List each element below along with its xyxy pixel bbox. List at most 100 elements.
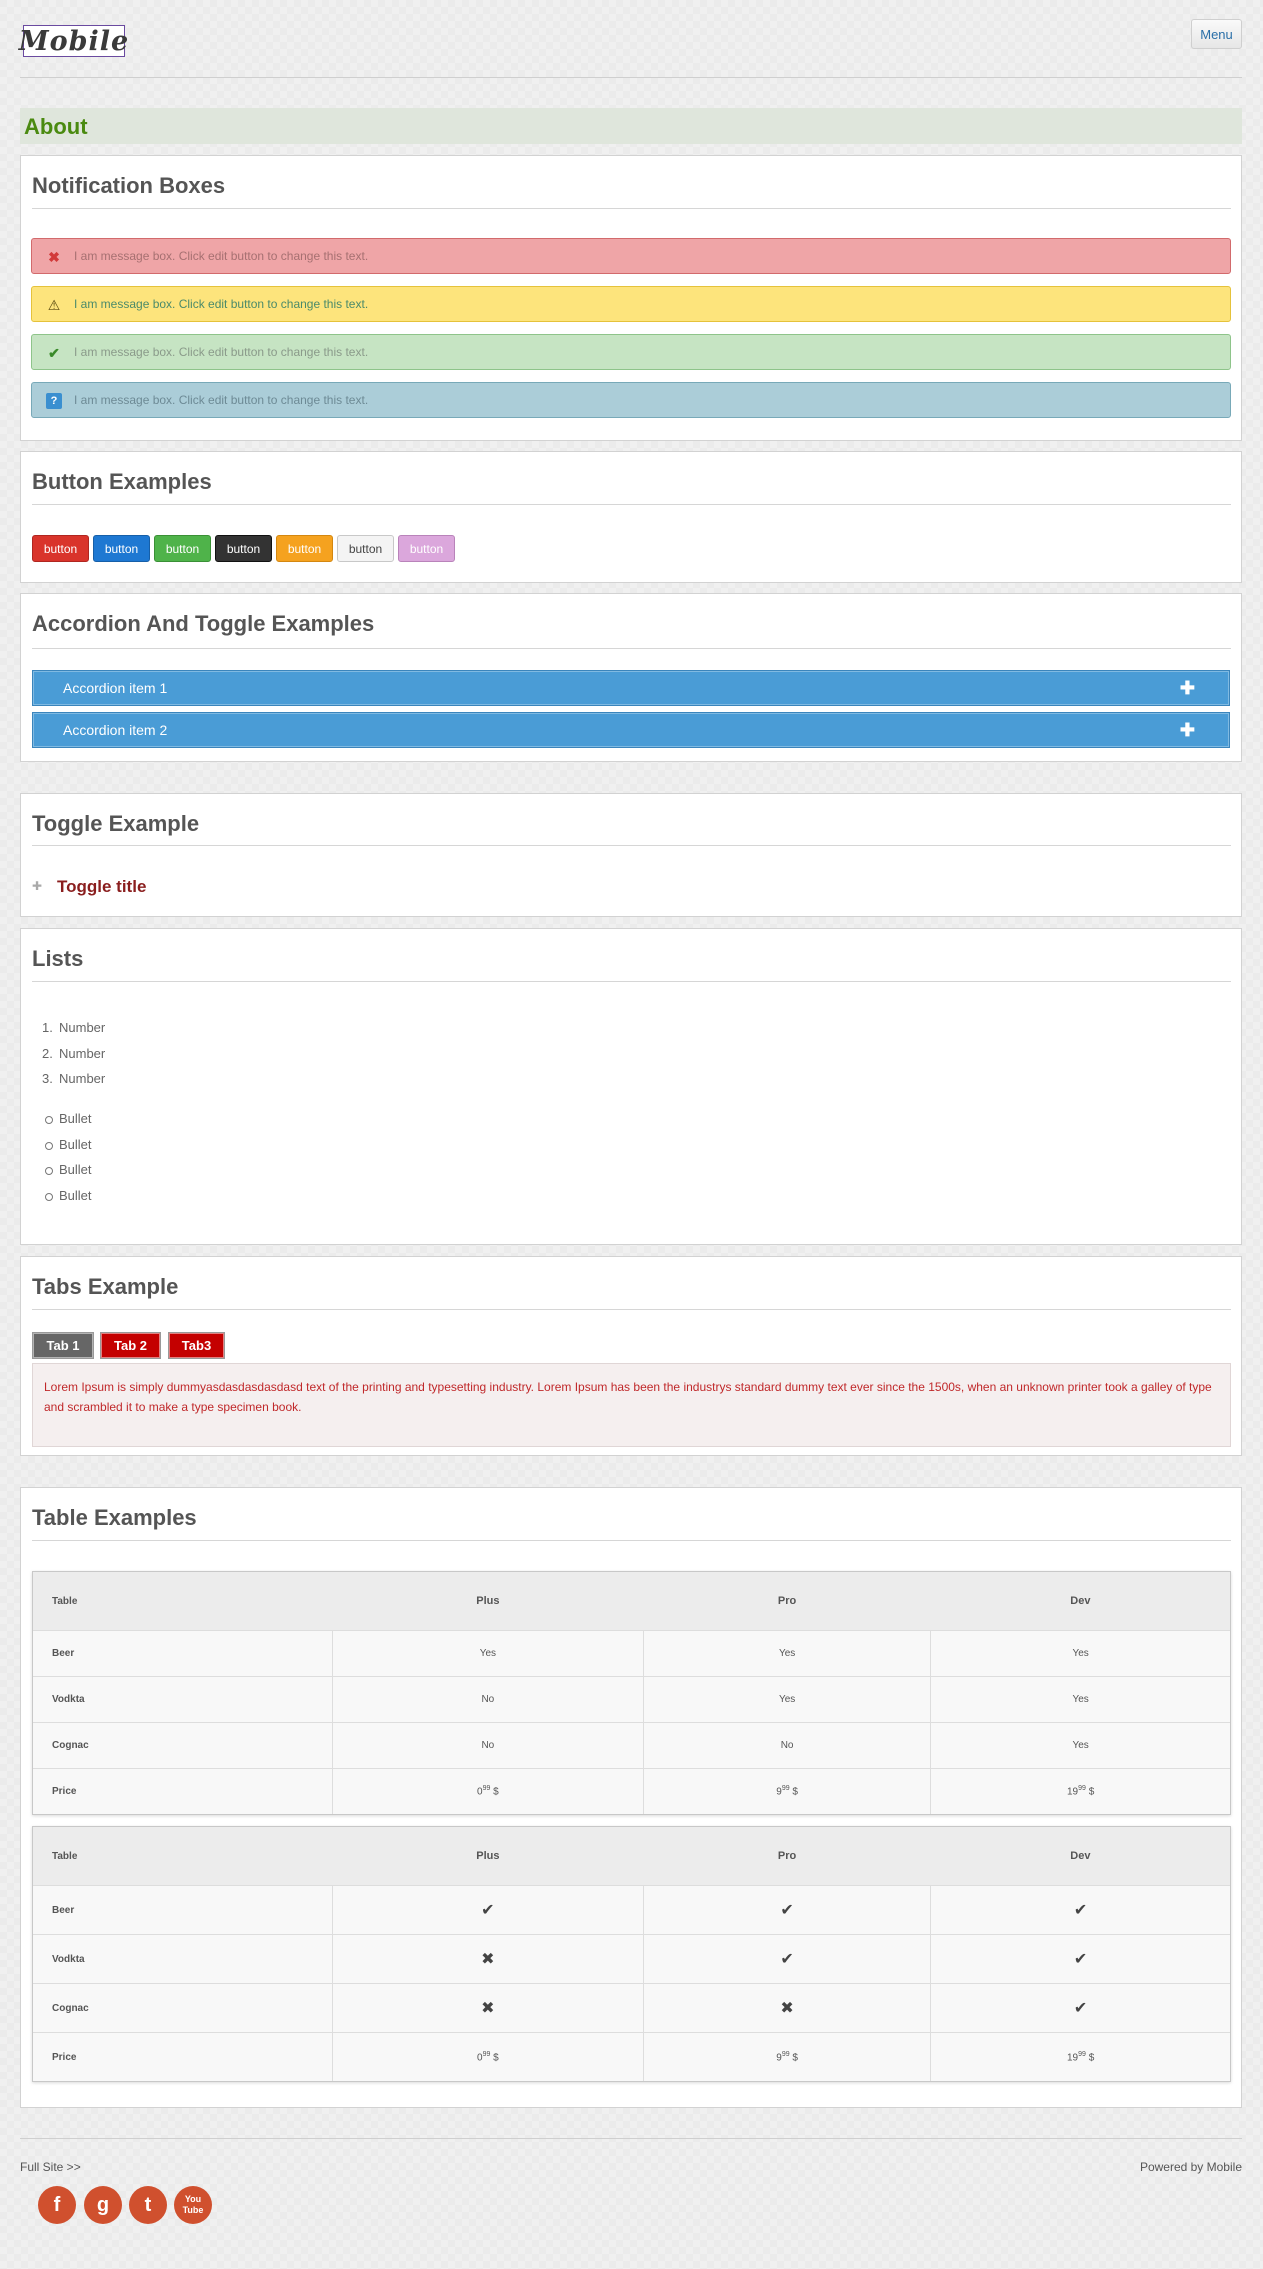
section-divider (32, 981, 1231, 982)
accordion-label: Accordion item 2 (63, 722, 168, 738)
accordion-label: Accordion item 1 (63, 680, 168, 696)
checkmark-icon: ✔ (48, 345, 60, 361)
list-item: Bullet (59, 1111, 92, 1126)
table-cell: Yes (930, 1676, 1230, 1723)
list-item: Bullet (59, 1137, 92, 1152)
table-row: Cognac ✖ ✖ ✔ (33, 1983, 1230, 2033)
list-item: Bullet (59, 1188, 92, 1203)
table-cell: Yes (642, 1676, 931, 1723)
red-button[interactable]: button (32, 535, 89, 562)
table-row: Vodkta No Yes Yes (33, 1676, 1230, 1723)
dark-button[interactable]: button (215, 535, 272, 562)
table-row: Vodkta ✖ ✔ ✔ (33, 1934, 1230, 1984)
orange-button[interactable]: button (276, 535, 333, 562)
footer-divider (20, 2138, 1242, 2139)
youtube-icon[interactable]: You Tube (174, 2186, 212, 2224)
table-header: Table (33, 1572, 333, 1631)
error-x-icon: ✖ (48, 249, 60, 265)
list-item: Number (59, 1071, 106, 1086)
section-divider (32, 208, 1231, 209)
section-divider (32, 1309, 1231, 1310)
plus-icon: ✚ (32, 879, 43, 893)
bullet-marker (45, 1142, 53, 1150)
price-cell: 1999 $ (930, 2032, 1230, 2081)
site-logo[interactable]: Mobile (19, 25, 128, 57)
section-title: Accordion And Toggle Examples (32, 611, 375, 636)
table-cell: Beer (33, 1885, 333, 1935)
tab-2[interactable]: Tab 2 (100, 1332, 161, 1359)
table-header: Dev (930, 1827, 1230, 1886)
plus-icon: ✚ (1179, 720, 1195, 740)
list-item: Bullet (59, 1162, 92, 1177)
notifications-panel: Notification Boxes ✖ I am message box. C… (20, 155, 1242, 441)
google-icon[interactable]: g (84, 2186, 122, 2224)
pricing-table-text: Table Plus Pro Dev Beer Yes Yes Yes Vodk… (32, 1571, 1231, 1815)
table-row-price: Price 099 $ 999 $ 1999 $ (33, 1768, 1230, 1814)
table-cell: Cognac (33, 1722, 333, 1769)
page-title: About (20, 108, 1242, 144)
tables-panel: Table Examples Table Plus Pro Dev Beer Y… (20, 1487, 1242, 2108)
section-title: Toggle Example (32, 811, 200, 836)
full-site-link[interactable]: Full Site >> (20, 2160, 81, 2174)
check-icon: ✔ (642, 1885, 931, 1935)
table-cell: Yes (331, 1630, 644, 1677)
success-message-box[interactable]: ✔ I am message box. Click edit button to… (31, 334, 1231, 370)
pricing-table-icons: Table Plus Pro Dev Beer ✔ ✔ ✔ Vodkta ✖ ✔… (32, 1826, 1231, 2082)
list-number: 3. (42, 1071, 53, 1086)
info-message-box[interactable]: ? I am message box. Click edit button to… (31, 382, 1231, 418)
pink-button[interactable]: button (398, 535, 455, 562)
table-header: Dev (930, 1572, 1230, 1631)
price-cell: 1999 $ (930, 1768, 1230, 1814)
table-row-price: Price 099 $ 999 $ 1999 $ (33, 2032, 1230, 2081)
price-cell: 099 $ (331, 1768, 644, 1814)
list-item: Number (59, 1046, 106, 1061)
list-number: 1. (42, 1020, 53, 1035)
table-row: Cognac No No Yes (33, 1722, 1230, 1769)
list-item: Number (59, 1020, 106, 1035)
accordion-item-1[interactable]: Accordion item 1 ✚ (32, 670, 1230, 706)
cross-icon: ✖ (331, 1934, 644, 1984)
check-icon: ✔ (930, 1983, 1230, 2033)
table-row: Beer Yes Yes Yes (33, 1630, 1230, 1677)
buttons-panel: Button Examples button button button but… (20, 451, 1242, 583)
table-cell: Cognac (33, 1983, 333, 2033)
section-title: Button Examples (32, 469, 212, 494)
toggle-panel: Toggle Example ✚ Toggle title (20, 793, 1242, 917)
warning-message-box[interactable]: ⚠ I am message box. Click edit button to… (31, 286, 1231, 322)
table-cell: Vodkta (33, 1676, 333, 1723)
facebook-icon[interactable]: f (38, 2186, 76, 2224)
cross-icon: ✖ (642, 1983, 931, 2033)
table-cell: No (331, 1722, 644, 1769)
table-cell: No (331, 1676, 644, 1723)
table-header: Pro (643, 1572, 931, 1631)
menu-button[interactable]: Menu (1191, 19, 1242, 49)
section-title: Table Examples (32, 1505, 197, 1530)
bullet-marker (45, 1116, 53, 1124)
check-icon: ✔ (930, 1885, 1230, 1935)
green-button[interactable]: button (154, 535, 211, 562)
price-cell: 999 $ (642, 2032, 931, 2081)
check-icon: ✔ (642, 1934, 931, 1984)
table-header: Plus (332, 1827, 644, 1886)
tab-content: Lorem Ipsum is simply dummyasdasdasdasda… (32, 1363, 1231, 1447)
table-cell: Vodkta (33, 1934, 333, 1984)
section-divider (32, 648, 1231, 649)
error-message-box[interactable]: ✖ I am message box. Click edit button to… (31, 238, 1231, 274)
accordion-item-2[interactable]: Accordion item 2 ✚ (32, 712, 1230, 748)
table-cell: No (642, 1722, 931, 1769)
light-button[interactable]: button (337, 535, 394, 562)
tab-3[interactable]: Tab3 (168, 1332, 225, 1359)
section-divider (32, 845, 1231, 846)
cross-icon: ✖ (331, 1983, 644, 2033)
table-header: Pro (643, 1827, 931, 1886)
message-text: I am message box. Click edit button to c… (74, 345, 369, 359)
section-divider (32, 504, 1231, 505)
bullet-marker (45, 1193, 53, 1201)
blue-button[interactable]: button (93, 535, 150, 562)
check-icon: ✔ (331, 1885, 644, 1935)
message-text: I am message box. Click edit button to c… (74, 249, 369, 263)
tab-1[interactable]: Tab 1 (32, 1332, 94, 1359)
table-row: Beer ✔ ✔ ✔ (33, 1885, 1230, 1935)
twitter-icon[interactable]: t (129, 2186, 167, 2224)
table-header: Table (33, 1827, 333, 1886)
